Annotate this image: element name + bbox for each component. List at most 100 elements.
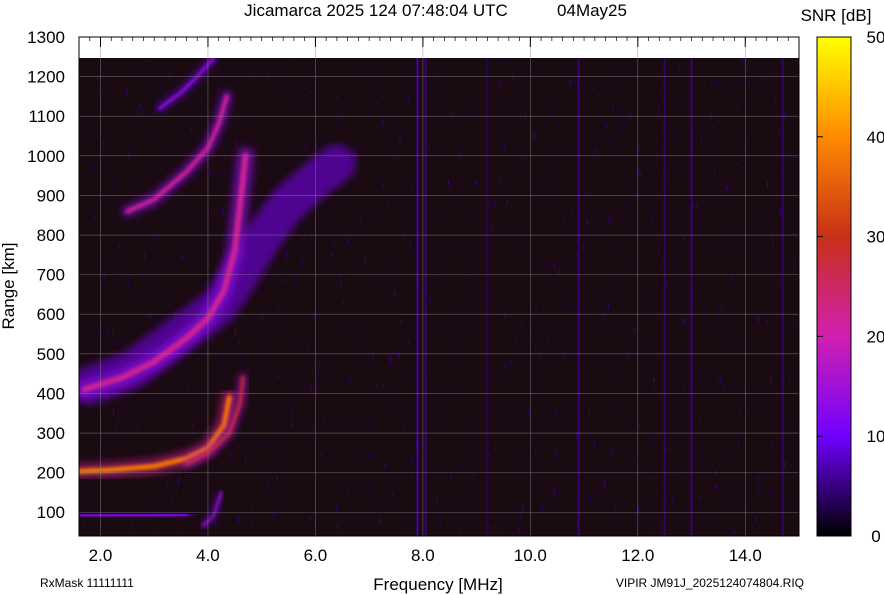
noise-speck [678, 232, 680, 235]
noise-speck [624, 124, 626, 127]
file-label: VIPIR JM91J_2025124074804.RIQ [616, 576, 804, 590]
noise-speck [612, 448, 614, 455]
noise-speck [396, 123, 398, 128]
noise-speck [760, 264, 762, 270]
noise-speck [771, 155, 773, 161]
noise-speck [374, 94, 376, 100]
noise-speck [610, 216, 612, 222]
noise-speck [581, 83, 583, 90]
noise-speck [226, 359, 228, 365]
noise-speck [305, 93, 307, 98]
noise-speck [648, 365, 650, 371]
noise-speck [793, 427, 794, 432]
noise-speck [748, 80, 750, 86]
noise-speck [310, 90, 312, 94]
noise-speck [87, 218, 88, 221]
noise-speck [165, 163, 167, 168]
noise-speck [346, 491, 348, 497]
noise-speck [98, 87, 100, 93]
noise-speck [153, 403, 155, 410]
noise-speck [202, 476, 204, 484]
noise-speck [430, 72, 432, 76]
noise-speck [127, 69, 129, 75]
noise-speck [653, 377, 655, 382]
noise-speck [738, 440, 740, 446]
noise-speck [490, 135, 492, 139]
noise-speck [403, 425, 405, 432]
noise-speck [778, 131, 779, 136]
noise-speck [682, 218, 684, 226]
noise-speck [594, 148, 596, 155]
noise-speck [262, 351, 264, 356]
noise-speck [224, 380, 226, 384]
noise-speck [360, 151, 361, 154]
noise-speck [288, 344, 290, 351]
noise-speck [464, 280, 466, 285]
noise-speck [483, 300, 485, 306]
noise-speck [576, 520, 578, 527]
noise-speck [784, 462, 786, 469]
noise-speck [445, 116, 447, 120]
noise-speck [250, 517, 252, 524]
noise-speck [410, 242, 411, 248]
noise-speck [671, 136, 673, 139]
noise-speck [336, 95, 338, 100]
noise-speck [359, 224, 361, 228]
noise-speck [758, 476, 760, 483]
noise-speck [660, 530, 662, 536]
noise-speck [702, 446, 704, 450]
noise-speck [276, 476, 278, 480]
noise-speck [786, 285, 788, 290]
noise-speck [451, 179, 453, 186]
noise-speck [159, 212, 161, 219]
noise-speck [445, 326, 447, 331]
noise-speck [319, 361, 321, 368]
noise-speck [79, 121, 81, 125]
noise-speck [211, 335, 213, 341]
noise-speck [317, 368, 319, 374]
y-tick-label: 100 [37, 503, 65, 522]
noise-speck [426, 283, 428, 290]
noise-speck [584, 309, 585, 313]
noise-speck [421, 498, 423, 503]
noise-speck [392, 492, 393, 497]
noise-speck [570, 301, 572, 307]
noise-speck [683, 318, 685, 325]
noise-speck [654, 385, 656, 393]
noise-speck [459, 530, 461, 536]
noise-speck [671, 403, 673, 408]
noise-speck [786, 154, 788, 158]
noise-speck [409, 202, 411, 207]
noise-speck [270, 164, 272, 168]
noise-speck [466, 111, 468, 116]
noise-speck [671, 495, 673, 503]
noise-speck [335, 480, 337, 485]
noise-speck [358, 65, 359, 72]
chart-title: Jicamarca 2025 124 07:48:04 UTC [244, 1, 508, 20]
noise-speck [193, 222, 195, 228]
noise-speck [662, 146, 664, 154]
noise-speck [116, 339, 118, 346]
noise-speck [586, 219, 588, 226]
noise-speck [606, 123, 608, 128]
noise-speck [175, 213, 177, 216]
noise-speck [779, 279, 781, 283]
noise-speck [400, 189, 402, 193]
noise-speck [684, 377, 686, 380]
noise-speck [411, 475, 413, 480]
noise-speck [565, 302, 567, 307]
noise-speck [455, 305, 457, 309]
noise-speck [401, 68, 403, 72]
noise-speck [376, 101, 378, 105]
noise-speck [519, 403, 521, 409]
noise-speck [337, 523, 339, 529]
noise-speck [360, 220, 362, 228]
noise-speck [442, 144, 444, 149]
noise-speck [517, 460, 519, 466]
noise-speck [796, 163, 798, 169]
noise-speck [364, 257, 366, 264]
noise-speck [699, 419, 701, 424]
noise-speck [598, 93, 600, 97]
noise-speck [765, 92, 767, 96]
noise-speck [435, 84, 437, 87]
